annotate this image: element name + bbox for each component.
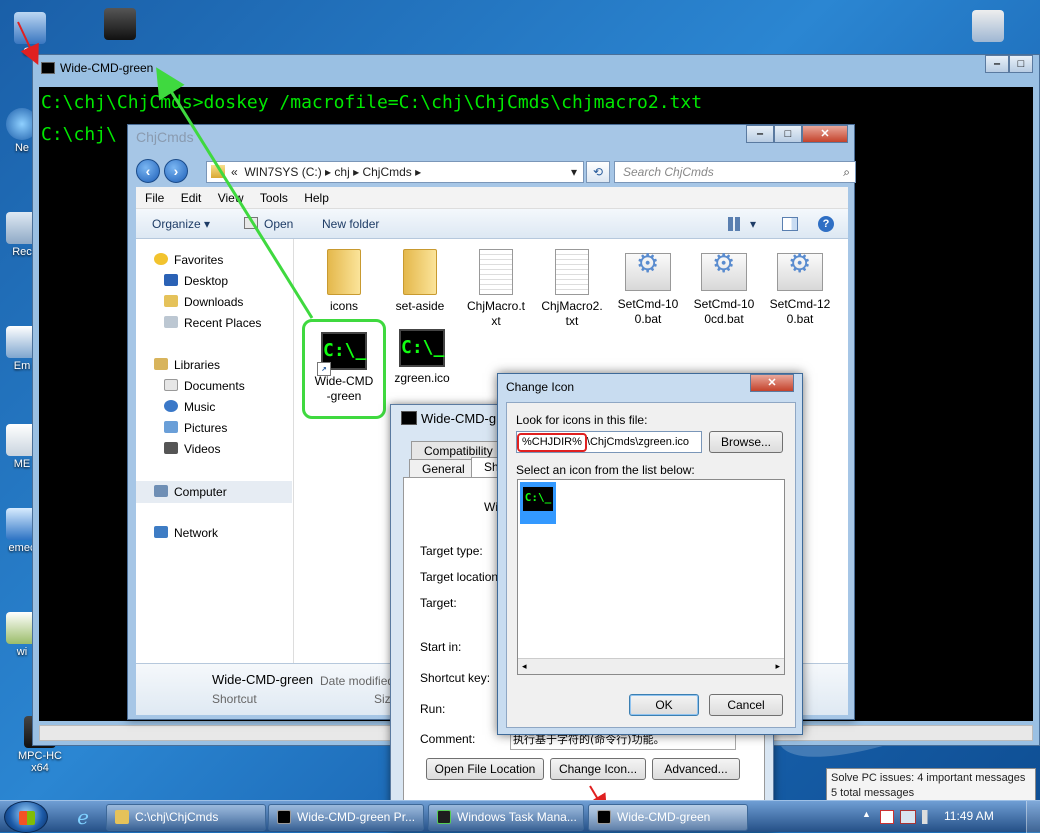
cmd-icon (597, 810, 611, 824)
volume-icon[interactable] (922, 810, 936, 824)
taskbar-item-cmd[interactable]: Wide-CMD-green (588, 804, 748, 831)
taskbar-item-label: Wide-CMD-green (617, 810, 711, 824)
task-manager-icon (437, 810, 451, 824)
cmd-icon (277, 810, 291, 824)
annotation-arrows (17, 21, 608, 815)
show-desktop-button[interactable] (1026, 801, 1040, 833)
green-arrow (156, 67, 314, 319)
taskbar-item-label: Wide-CMD-green Pr... (297, 810, 416, 824)
taskbar: e C:\chj\ChjCmds Wide-CMD-green Pr... Wi… (0, 800, 1040, 833)
folder-icon (115, 810, 129, 824)
windows-logo-icon (19, 811, 35, 825)
network-status-icon[interactable] (900, 810, 916, 824)
taskbar-item-properties[interactable]: Wide-CMD-green Pr... (268, 804, 424, 831)
balloon-line: Solve PC issues: 4 important messages (831, 772, 1026, 784)
clock[interactable]: 11:49 AM (944, 809, 994, 823)
balloon-line: 5 total messages (831, 787, 915, 799)
action-center-flag-icon[interactable] (880, 810, 894, 824)
taskbar-item-label: C:\chj\ChjCmds (135, 810, 219, 824)
show-hidden-icons-icon[interactable]: ▲ (862, 809, 871, 819)
taskbar-item-task-manager[interactable]: Windows Task Mana... (428, 804, 584, 831)
red-arrow (17, 21, 39, 66)
taskbar-item-explorer[interactable]: C:\chj\ChjCmds (106, 804, 266, 831)
internet-explorer-icon[interactable]: e (66, 805, 100, 831)
taskbar-item-label: Windows Task Mana... (457, 810, 577, 824)
action-center-balloon[interactable]: Solve PC issues: 4 important messages 5 … (826, 768, 1036, 802)
start-button[interactable] (4, 801, 48, 833)
system-tray: ▲ 11:49 AM (840, 801, 1040, 833)
